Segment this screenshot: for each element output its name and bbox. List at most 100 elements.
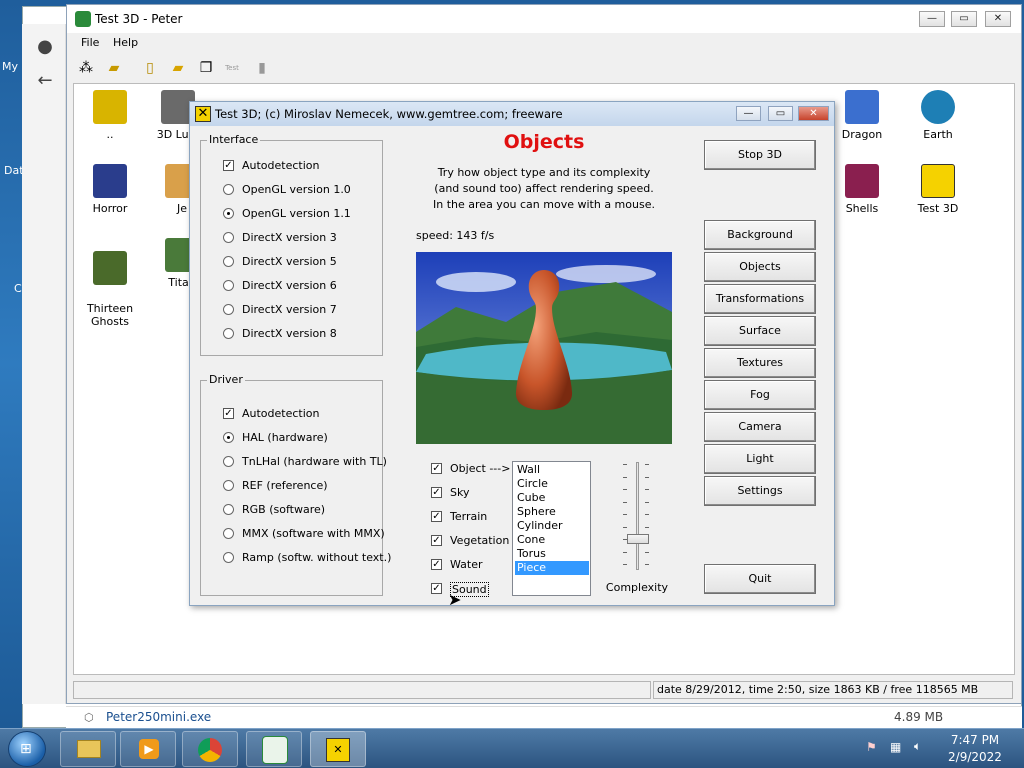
desktop-label-fragment[interactable]: C xyxy=(14,282,22,295)
dialog-minimize-button[interactable]: — xyxy=(736,106,761,121)
github-icon[interactable]: ● xyxy=(34,36,56,58)
slider-tick xyxy=(623,526,627,528)
radio-icon xyxy=(223,456,234,467)
download-file-link[interactable]: Peter250mini.exe xyxy=(106,710,211,724)
maximize-button[interactable]: ▭ xyxy=(951,11,977,27)
slider-tick xyxy=(645,489,649,490)
render-viewport[interactable] xyxy=(416,252,672,444)
window-titlebar[interactable]: Test 3D - Peter — ▭ ✕ xyxy=(67,5,1021,33)
icon-horror[interactable]: Horror xyxy=(74,164,146,215)
menu-bar: File Help xyxy=(67,33,1021,53)
radio-icon xyxy=(223,328,234,339)
stop-3d-button[interactable]: Stop 3D xyxy=(704,140,816,170)
clock-time[interactable]: 7:47 PM xyxy=(942,733,1008,747)
object-type-list[interactable]: Wall Circle Cube Sphere Cylinder Cone To… xyxy=(512,461,591,596)
textures-button[interactable]: Textures xyxy=(704,348,816,378)
radio-icon xyxy=(223,552,234,563)
ghosts-icon xyxy=(93,251,127,285)
list-item[interactable]: Circle xyxy=(515,477,589,491)
clock-date[interactable]: 2/9/2022 xyxy=(942,750,1008,764)
folder-up-icon xyxy=(93,90,127,124)
taskbar-chrome[interactable] xyxy=(182,731,238,767)
light-button[interactable]: Light xyxy=(704,444,816,474)
list-item[interactable]: Cube xyxy=(515,491,589,505)
taskbar-test-3d[interactable]: ✕ xyxy=(310,731,366,767)
minimize-button[interactable]: — xyxy=(919,11,945,27)
new-file-icon[interactable]: ▯ xyxy=(141,59,159,77)
checkbox-icon: ✓ xyxy=(223,160,234,171)
dialog-titlebar[interactable]: ✕ Test 3D; (c) Miroslav Nemecek, www.gem… xyxy=(190,102,834,126)
trash-icon[interactable]: ▮ xyxy=(253,59,271,77)
x-logo-icon: ✕ xyxy=(326,738,350,762)
list-item[interactable]: Torus xyxy=(515,547,589,561)
checkbox-icon: ✓ xyxy=(431,583,442,594)
list-item-selected[interactable]: Piece xyxy=(515,561,589,575)
volume-icon[interactable]: 🔈︎ xyxy=(914,739,921,754)
complexity-slider[interactable] xyxy=(620,460,654,572)
slider-tick xyxy=(645,514,649,515)
slider-tick xyxy=(645,526,649,528)
copy-icon[interactable]: ❐ xyxy=(197,59,215,77)
driver-group: Driver ✓ Autodetection HAL (hardware) TnL… xyxy=(200,373,391,596)
slider-tick xyxy=(623,501,627,503)
surface-button[interactable]: Surface xyxy=(704,316,816,346)
list-item[interactable]: Cone xyxy=(515,533,589,547)
icon-parent-folder[interactable]: .. xyxy=(74,90,146,141)
list-item[interactable]: Wall xyxy=(515,463,589,477)
icon-thirteen-ghosts[interactable]: Thirteen Ghosts xyxy=(74,238,146,328)
transformations-button[interactable]: Transformations xyxy=(704,284,816,314)
chrome-icon xyxy=(198,738,222,762)
tree-icon[interactable]: ⁂ xyxy=(77,59,95,77)
dialog-maximize-button[interactable]: ▭ xyxy=(768,106,793,121)
camera-button[interactable]: Camera xyxy=(704,412,816,442)
desktop-label-fragment[interactable]: My xyxy=(2,60,18,73)
slider-tick xyxy=(645,564,649,565)
slider-tick xyxy=(645,551,649,553)
radio-icon xyxy=(223,480,234,491)
settings-button[interactable]: Settings xyxy=(704,476,816,506)
slider-tick xyxy=(623,564,627,565)
menu-help[interactable]: Help xyxy=(113,36,138,49)
test-3d-dialog: ✕ Test 3D; (c) Miroslav Nemecek, www.gem… xyxy=(189,101,835,609)
folder-icon[interactable]: ▰ xyxy=(169,59,187,77)
taskbar-media-player[interactable]: ▶ xyxy=(120,731,176,767)
radio-icon xyxy=(223,280,234,291)
taskbar-peter[interactable] xyxy=(246,731,302,767)
objects-button[interactable]: Objects xyxy=(704,252,816,282)
cloud xyxy=(436,272,516,292)
file-icon: ⬡ xyxy=(84,711,94,724)
start-button[interactable]: ⊞ xyxy=(8,731,46,767)
dialog-close-button[interactable]: ✕ xyxy=(798,106,829,121)
list-item[interactable]: Sphere xyxy=(515,505,589,519)
cloud xyxy=(556,265,656,283)
status-left xyxy=(73,681,651,699)
close-button[interactable]: ✕ xyxy=(985,11,1011,27)
toolbar: ⁂ ▰ ▯ ▰ ❐ Test ▮ xyxy=(67,53,1021,83)
icon-earth[interactable]: Earth xyxy=(902,90,974,141)
checkbox-icon: ✓ xyxy=(431,511,442,522)
action-center-icon[interactable]: ⚑ xyxy=(866,740,877,754)
slider-tick xyxy=(623,489,627,490)
3d-scene xyxy=(416,252,672,444)
taskbar-explorer[interactable] xyxy=(60,731,116,767)
back-arrow-icon[interactable]: ← xyxy=(34,70,56,92)
download-bar: ⬡ Peter250mini.exe 4.89 MB xyxy=(66,706,1022,728)
slider-tick xyxy=(645,501,649,503)
checkbox-icon: ✓ xyxy=(223,408,234,419)
network-icon[interactable]: ▦ xyxy=(890,740,901,754)
radio-selected-icon xyxy=(223,432,234,443)
fog-button[interactable]: Fog xyxy=(704,380,816,410)
icon-shells[interactable]: Shells xyxy=(826,164,898,215)
menu-file[interactable]: File xyxy=(81,36,99,49)
dialog-title: Test 3D; (c) Miroslav Nemecek, www.gemtr… xyxy=(215,107,563,121)
open-folder-icon[interactable]: ▰ xyxy=(105,59,123,77)
test-tool-icon[interactable]: Test xyxy=(223,59,241,77)
quit-button[interactable]: Quit xyxy=(704,564,816,594)
desktop-label-fragment[interactable]: Dat xyxy=(4,164,24,177)
background-button[interactable]: Background xyxy=(704,220,816,250)
icon-test-3d[interactable]: Test 3D xyxy=(902,164,974,215)
list-item[interactable]: Cylinder xyxy=(515,519,589,533)
icon-dragon[interactable]: Dragon xyxy=(826,90,898,141)
slider-thumb[interactable] xyxy=(627,534,649,544)
status-bar: date 8/29/2012, time 2:50, size 1863 KB … xyxy=(73,681,1015,701)
